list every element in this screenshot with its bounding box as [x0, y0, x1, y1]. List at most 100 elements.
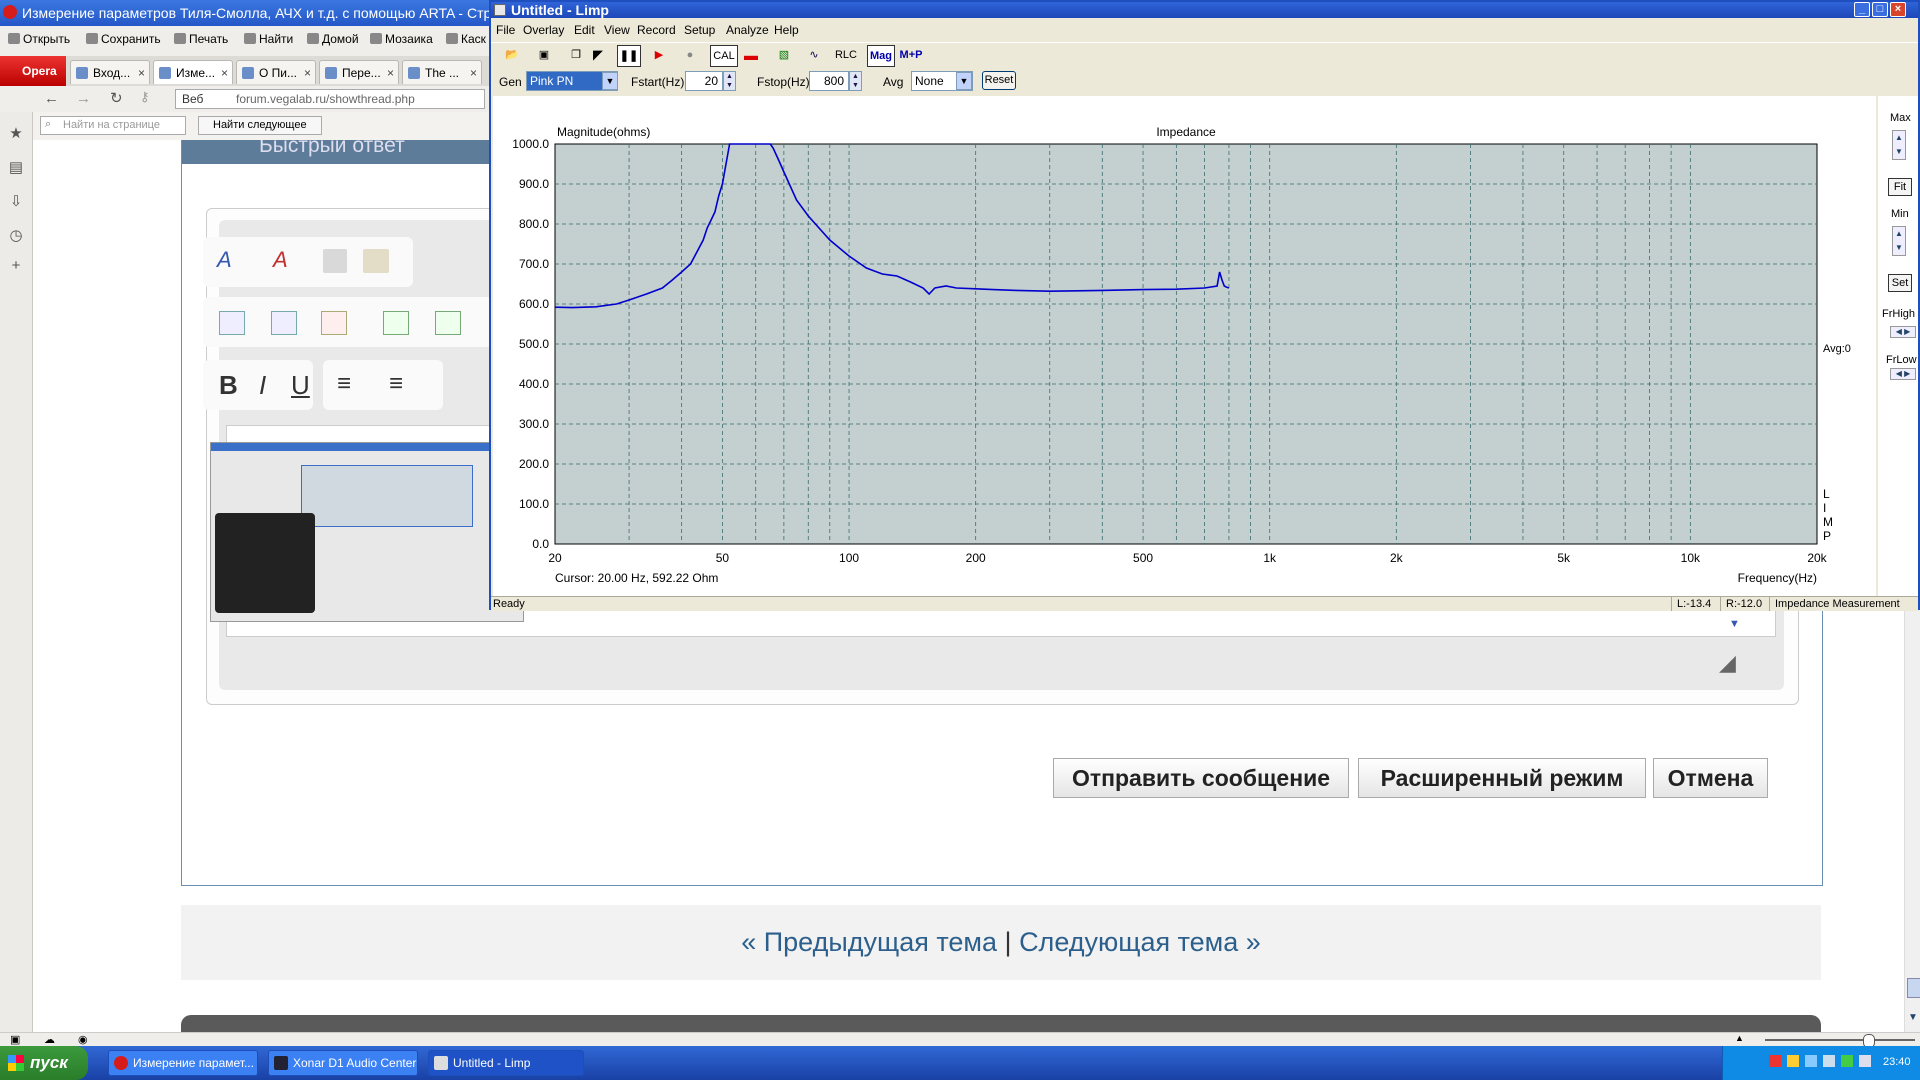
tab-2[interactable]: Изме... ×: [153, 60, 233, 84]
scroll-down-arrow-icon[interactable]: ▼: [1908, 1012, 1918, 1023]
zoom-out-icon[interactable]: ▲: [1735, 1033, 1744, 1043]
menu-setup[interactable]: Setup: [684, 23, 715, 37]
overlay-icon[interactable]: ▧: [773, 45, 795, 65]
find-next-button[interactable]: Найти следующее: [198, 116, 322, 135]
taskbar-xonar[interactable]: Xonar D1 Audio Center: [268, 1050, 418, 1076]
fstop-spinner[interactable]: ▲ ▼: [849, 71, 862, 91]
set-button[interactable]: Set: [1888, 274, 1912, 292]
insert-table-icon[interactable]: [271, 311, 297, 335]
forward-icon[interactable]: →: [76, 90, 91, 107]
record-icon[interactable]: ●: [679, 45, 701, 65]
bold-icon[interactable]: B: [219, 370, 238, 401]
home-button[interactable]: Домой: [307, 32, 359, 46]
fstart-input[interactable]: 20: [685, 71, 723, 91]
table-icon[interactable]: [219, 311, 245, 335]
align-center-icon[interactable]: ≡: [389, 370, 403, 398]
menu-edit[interactable]: Edit: [574, 23, 595, 37]
insert-row-icon[interactable]: [383, 311, 409, 335]
panel-toggle-icon[interactable]: ▣: [10, 1033, 20, 1046]
menu-view[interactable]: View: [604, 23, 630, 37]
mag-phase-button[interactable]: M+P: [897, 45, 925, 65]
next-thread-link[interactable]: Следующая тема »: [1019, 927, 1261, 957]
scroll-down-icon[interactable]: ▼: [1729, 618, 1740, 630]
paste-icon[interactable]: [323, 249, 347, 273]
tab-3[interactable]: О Пи... ×: [236, 60, 316, 84]
tab-5[interactable]: The ... ×: [402, 60, 482, 84]
tab-4[interactable]: Пере... ×: [319, 60, 399, 84]
chevron-down-icon[interactable]: ▼: [956, 72, 972, 90]
play-icon[interactable]: ▶: [648, 45, 670, 65]
close-icon[interactable]: ×: [387, 61, 394, 84]
menu-overlay[interactable]: Overlay: [523, 23, 564, 37]
max-spinner[interactable]: ▲ ▼: [1892, 130, 1906, 160]
prev-thread-link[interactable]: « Предыдущая тема: [741, 927, 997, 957]
fstart-spinner[interactable]: ▲ ▼: [723, 71, 736, 91]
print-button[interactable]: Печать: [174, 32, 228, 46]
waveform-icon[interactable]: ∿: [803, 45, 825, 65]
maximize-icon[interactable]: □: [1872, 2, 1888, 17]
history-icon[interactable]: ◷: [8, 228, 24, 244]
marker-icon[interactable]: ◤: [587, 45, 609, 65]
menu-help[interactable]: Help: [774, 23, 799, 37]
downloads-icon[interactable]: ⇩: [8, 194, 24, 210]
view-icon[interactable]: ◉: [78, 1033, 88, 1046]
volume-icon[interactable]: [1823, 1055, 1835, 1067]
menu-analyze[interactable]: Analyze: [726, 23, 769, 37]
opera-menu-button[interactable]: Opera: [0, 56, 66, 86]
taskbar-limp[interactable]: Untitled - Limp: [428, 1050, 584, 1076]
key-icon[interactable]: ⚷: [140, 89, 150, 105]
tab-1[interactable]: Вход... ×: [70, 60, 150, 84]
tray-icon-1[interactable]: [1769, 1055, 1781, 1067]
open-button[interactable]: Открыть: [8, 32, 70, 46]
send-message-button[interactable]: Отправить сообщение: [1053, 758, 1349, 798]
find-input[interactable]: ⌕ Найти на странице: [40, 116, 186, 135]
start-button[interactable]: пуск: [0, 1046, 88, 1080]
resize-handle-icon[interactable]: ◢: [1719, 650, 1736, 676]
menu-file[interactable]: File: [496, 23, 515, 37]
paste-text-icon[interactable]: [363, 249, 389, 273]
cancel-button[interactable]: Отмена: [1653, 758, 1768, 798]
menu-record[interactable]: Record: [637, 23, 676, 37]
fit-button[interactable]: Fit: [1888, 178, 1912, 196]
taskbar-opera[interactable]: Измерение парамет...: [108, 1050, 258, 1076]
min-spinner[interactable]: ▲ ▼: [1892, 226, 1906, 256]
cal-button[interactable]: CAL: [710, 45, 738, 67]
cascade-button[interactable]: Каск: [446, 32, 486, 46]
tile-button[interactable]: Мозаика: [370, 32, 433, 46]
underline-icon[interactable]: U: [291, 370, 310, 401]
zoom-slider[interactable]: [1765, 1034, 1915, 1048]
font-icon[interactable]: A: [217, 247, 232, 273]
page-scrollbar[interactable]: ▼: [1904, 600, 1920, 1032]
tray-icon-5[interactable]: [1841, 1055, 1853, 1067]
delete-table-icon[interactable]: [321, 311, 347, 335]
close-icon[interactable]: ×: [221, 61, 228, 84]
notes-icon[interactable]: ▤: [8, 160, 24, 176]
frhigh-arrows[interactable]: ◀ ▶: [1890, 326, 1916, 338]
insert-column-icon[interactable]: [435, 311, 461, 335]
find-button[interactable]: Найти: [244, 32, 293, 46]
rlc-button[interactable]: RLC: [833, 45, 859, 65]
open-folder-icon[interactable]: 📂: [501, 45, 523, 65]
save-disk-icon[interactable]: ▣: [533, 45, 555, 65]
close-icon[interactable]: ×: [1890, 2, 1906, 17]
advanced-mode-button[interactable]: Расширенный режим: [1358, 758, 1646, 798]
close-icon[interactable]: ×: [304, 61, 311, 84]
mag-button[interactable]: Mag: [867, 45, 895, 67]
close-icon[interactable]: ×: [138, 61, 145, 84]
fstop-input[interactable]: 800: [809, 71, 849, 91]
impedance-chart[interactable]: 0.0 100.0 200.0 300.0 400.0 500.0 600.0 700.0 80…: [493, 96, 1876, 596]
frlow-arrows[interactable]: ◀ ▶: [1890, 368, 1916, 380]
copy-icon[interactable]: ❐: [565, 45, 587, 65]
remove-format-icon[interactable]: A: [273, 247, 288, 273]
pause-icon[interactable]: ❚❚: [617, 45, 641, 67]
scrollbar-thumb[interactable]: [1907, 978, 1920, 998]
reset-button[interactable]: Reset: [982, 71, 1016, 90]
italic-icon[interactable]: I: [259, 370, 266, 401]
tray-icon-2[interactable]: [1787, 1055, 1799, 1067]
tray-icon-3[interactable]: [1805, 1055, 1817, 1067]
chevron-down-icon[interactable]: ▼: [602, 72, 618, 90]
save-button[interactable]: Сохранить: [86, 32, 161, 46]
turbo-icon[interactable]: ☁: [44, 1033, 55, 1046]
close-icon[interactable]: ×: [470, 61, 477, 84]
network-icon[interactable]: [1859, 1055, 1871, 1067]
